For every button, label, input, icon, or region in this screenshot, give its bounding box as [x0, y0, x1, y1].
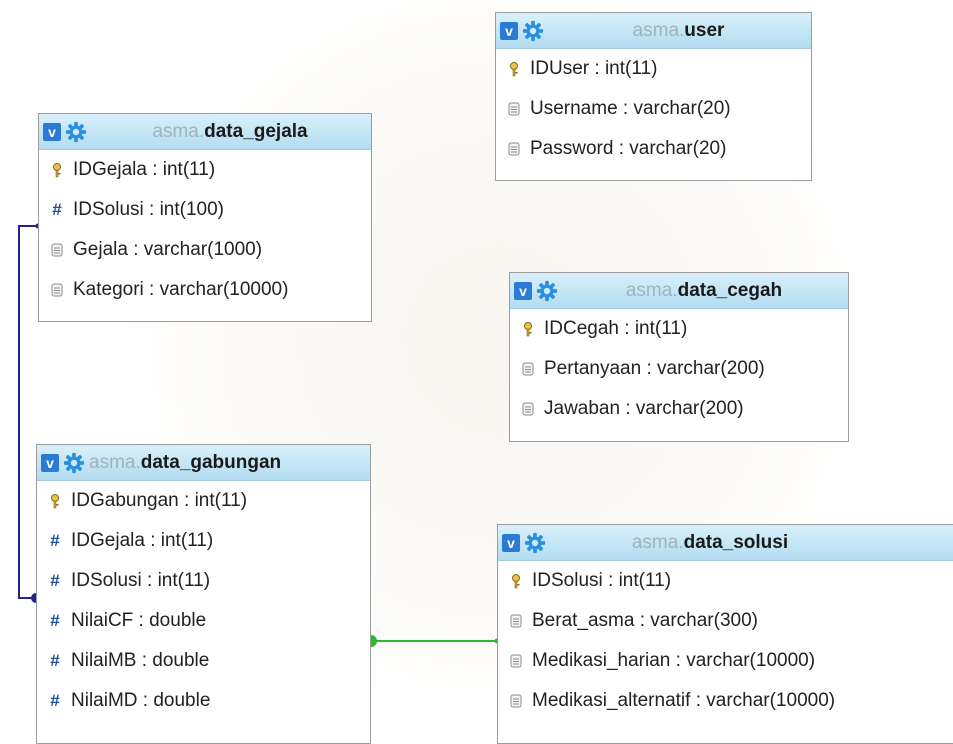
gear-icon[interactable] — [536, 280, 558, 302]
toggle-button[interactable]: v — [41, 454, 59, 472]
column-icon — [508, 653, 524, 669]
column-row[interactable]: # NilaiMB : double — [37, 641, 370, 681]
schema-name: asma. — [152, 121, 205, 142]
column-row[interactable]: # NilaiCF : double — [37, 601, 370, 641]
key-icon — [47, 493, 63, 509]
gear-icon[interactable] — [63, 452, 85, 474]
schema-name: asma. — [625, 280, 678, 301]
column-icon — [508, 613, 524, 629]
table-title: asma.user — [552, 13, 805, 49]
column-label: NilaiMD : double — [71, 690, 211, 711]
column-row[interactable]: # IDSolusi : int(100) — [39, 190, 371, 230]
column-icon — [520, 361, 536, 377]
column-row[interactable]: IDSolusi : int(11) — [498, 561, 953, 601]
table-header[interactable]: v asma.data_gejala — [39, 114, 371, 150]
table-title: asma.data_gabungan — [89, 445, 364, 481]
column-label: Jawaban : varchar(200) — [544, 398, 744, 419]
column-row[interactable]: # IDGejala : int(11) — [37, 521, 370, 561]
column-label: Medikasi_harian : varchar(10000) — [532, 650, 816, 671]
key-icon — [520, 321, 536, 337]
schema-name: asma. — [89, 452, 141, 473]
key-icon — [49, 162, 65, 178]
column-row[interactable]: # IDSolusi : int(11) — [37, 561, 370, 601]
column-label: IDGabungan : int(11) — [71, 490, 248, 511]
column-label: IDGejala : int(11) — [71, 530, 214, 551]
gear-icon[interactable] — [524, 532, 546, 554]
toggle-button[interactable]: v — [514, 282, 532, 300]
toggle-button[interactable]: v — [500, 22, 518, 40]
column-row[interactable]: Pertanyaan : varchar(200) — [510, 349, 848, 389]
schema-name: asma. — [631, 532, 684, 553]
schema-name: asma. — [632, 20, 685, 41]
column-label: IDSolusi : int(100) — [73, 199, 225, 220]
column-row[interactable]: Username : varchar(20) — [496, 89, 811, 129]
column-label: IDUser : int(11) — [530, 58, 658, 79]
column-row[interactable]: Medikasi_harian : varchar(10000) — [498, 641, 953, 681]
numeric-icon: # — [50, 651, 60, 670]
column-label: Berat_asma : varchar(300) — [532, 610, 758, 631]
column-label: IDCegah : int(11) — [544, 318, 688, 339]
column-label: Username : varchar(20) — [530, 98, 731, 119]
table-title: asma.data_solusi — [554, 525, 866, 561]
column-row[interactable]: IDGejala : int(11) — [39, 150, 371, 190]
table-name: data_gabungan — [140, 452, 282, 473]
column-icon — [520, 401, 536, 417]
numeric-icon: # — [50, 691, 60, 710]
column-label: IDGejala : int(11) — [73, 159, 216, 180]
column-label: IDSolusi : int(11) — [71, 570, 211, 591]
key-icon — [508, 573, 524, 589]
gear-icon[interactable] — [522, 20, 544, 42]
table-name: data_gejala — [204, 121, 308, 142]
numeric-icon: # — [52, 200, 62, 219]
column-row[interactable]: # NilaiMD : double — [37, 681, 370, 721]
column-row[interactable]: IDUser : int(11) — [496, 49, 811, 89]
column-icon — [506, 101, 522, 117]
numeric-icon: # — [50, 571, 60, 590]
column-label: Gejala : varchar(1000) — [73, 239, 263, 260]
table-header[interactable]: v asma.user — [496, 13, 811, 49]
table-data-solusi[interactable]: v asma.data_solusi IDSolusi : int(11) Ber… — [497, 524, 953, 744]
toggle-button[interactable]: v — [502, 534, 520, 552]
table-data-gabungan[interactable]: v asma.data_gabungan IDGabungan : int(11… — [36, 444, 371, 744]
table-data-gejala[interactable]: v asma.data_gejala IDGejala : int(11) # ID… — [38, 113, 372, 322]
table-header[interactable]: v asma.data_solusi — [498, 525, 953, 561]
numeric-icon: # — [50, 531, 60, 550]
table-name: data_solusi — [683, 532, 789, 553]
gear-icon[interactable] — [65, 121, 87, 143]
column-label: NilaiMB : double — [71, 650, 210, 671]
column-row[interactable]: Password : varchar(20) — [496, 129, 811, 169]
column-icon — [49, 282, 65, 298]
column-label: Kategori : varchar(10000) — [73, 279, 289, 300]
table-data-cegah[interactable]: v asma.data_cegah IDCegah : int(11) Perta… — [509, 272, 849, 442]
table-title: asma.data_gejala — [95, 114, 365, 150]
column-row[interactable]: Gejala : varchar(1000) — [39, 230, 371, 270]
table-name: user — [684, 20, 725, 41]
column-row[interactable]: Jawaban : varchar(200) — [510, 389, 848, 429]
column-label: IDSolusi : int(11) — [532, 570, 672, 591]
column-row[interactable]: Kategori : varchar(10000) — [39, 270, 371, 310]
column-row[interactable]: Berat_asma : varchar(300) — [498, 601, 953, 641]
table-user[interactable]: v asma.user IDUser : int(11) Username : v… — [495, 12, 812, 181]
column-label: Password : varchar(20) — [530, 138, 727, 159]
column-row[interactable]: IDGabungan : int(11) — [37, 481, 370, 521]
table-name: data_cegah — [677, 280, 783, 301]
toggle-button[interactable]: v — [43, 123, 61, 141]
column-icon — [508, 693, 524, 709]
numeric-icon: # — [50, 611, 60, 630]
column-icon — [506, 141, 522, 157]
column-row[interactable]: Medikasi_alternatif : varchar(10000) — [498, 681, 953, 721]
column-label: NilaiCF : double — [71, 610, 207, 631]
table-title: asma.data_cegah — [566, 273, 842, 309]
table-header[interactable]: v asma.data_cegah — [510, 273, 848, 309]
column-row[interactable]: IDCegah : int(11) — [510, 309, 848, 349]
table-header[interactable]: v asma.data_gabungan — [37, 445, 370, 481]
column-label: Medikasi_alternatif : varchar(10000) — [532, 690, 836, 711]
column-label: Pertanyaan : varchar(200) — [544, 358, 765, 379]
key-icon — [506, 61, 522, 77]
column-icon — [49, 242, 65, 258]
